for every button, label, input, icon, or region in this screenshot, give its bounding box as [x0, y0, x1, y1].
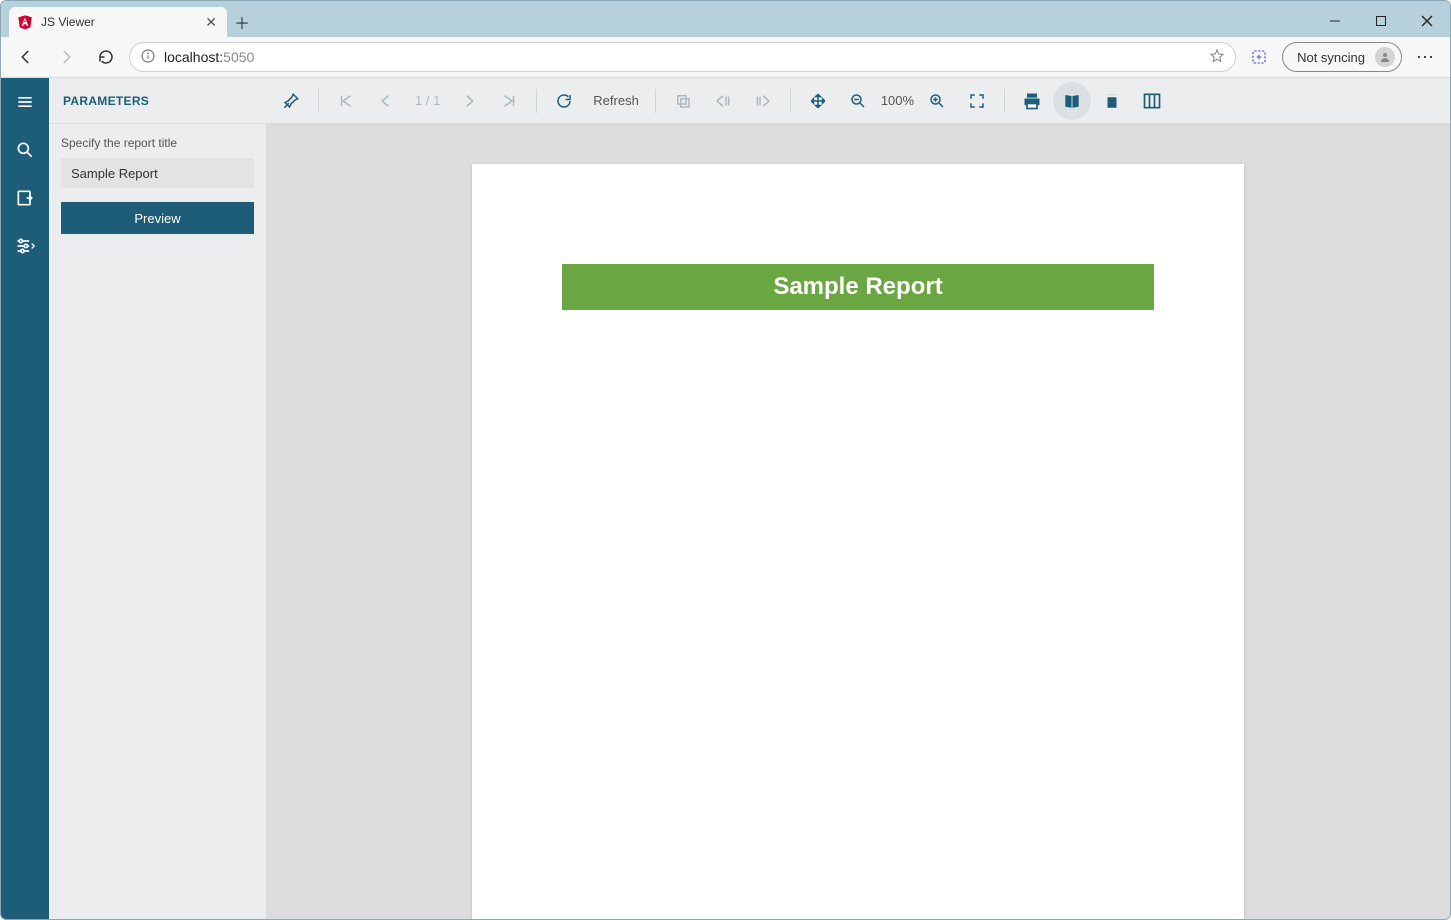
new-tab-button[interactable]: ＋: [227, 7, 257, 37]
sync-label: Not syncing: [1297, 50, 1365, 65]
parameters-panel: PARAMETERS Specify the report title Prev…: [49, 78, 266, 919]
hamburger-menu-icon[interactable]: [1, 78, 49, 126]
info-icon: [140, 48, 156, 67]
window-controls: [1312, 5, 1450, 37]
search-icon[interactable]: [1, 126, 49, 174]
last-page-icon[interactable]: [490, 82, 528, 120]
tab-close-icon[interactable]: ✕: [205, 14, 217, 31]
angular-favicon: [17, 14, 33, 30]
title-bar: JS Viewer ✕ ＋: [1, 1, 1450, 37]
toolbar-separator: [536, 89, 537, 113]
preview-button[interactable]: Preview: [61, 202, 254, 234]
tab-title: JS Viewer: [41, 15, 197, 29]
profile-avatar-icon: [1375, 47, 1395, 67]
refresh-icon[interactable]: [545, 82, 583, 120]
parameters-title: PARAMETERS: [63, 94, 149, 108]
zoom-in-icon[interactable]: [918, 82, 956, 120]
browser-window: JS Viewer ✕ ＋ localhost:5050 Not syncing…: [0, 0, 1451, 920]
zoom-out-icon[interactable]: [839, 82, 877, 120]
page-indicator: 1 / 1: [407, 93, 448, 108]
next-page-icon[interactable]: [450, 82, 488, 120]
nav-forward-button[interactable]: [49, 40, 83, 74]
fullscreen-icon[interactable]: [958, 82, 996, 120]
zoom-level: 100%: [879, 93, 916, 108]
parameters-body: Specify the report title Preview: [49, 124, 266, 246]
export-icon[interactable]: [1, 174, 49, 222]
url-field[interactable]: localhost:5050: [129, 42, 1236, 72]
refresh-label[interactable]: Refresh: [585, 93, 647, 108]
single-page-icon[interactable]: [1053, 82, 1091, 120]
sync-button[interactable]: Not syncing: [1282, 42, 1402, 72]
browser-menu-button[interactable]: ⋯: [1408, 40, 1442, 74]
report-title-input[interactable]: [61, 158, 254, 188]
close-window-button[interactable]: [1404, 5, 1450, 37]
print-icon[interactable]: [1013, 82, 1051, 120]
minimize-button[interactable]: [1312, 5, 1358, 37]
report-page: Sample Report: [472, 164, 1244, 919]
sidebar: [1, 78, 49, 919]
toolbar: 1 / 1 Refresh 100%: [266, 78, 1450, 124]
app-root: PARAMETERS Specify the report title Prev…: [1, 78, 1450, 919]
continuous-page-icon[interactable]: [1093, 82, 1131, 120]
toolbar-separator: [318, 89, 319, 113]
param-label: Specify the report title: [61, 136, 254, 150]
browser-tab[interactable]: JS Viewer ✕: [9, 7, 227, 37]
address-bar: localhost:5050 Not syncing ⋯: [1, 37, 1450, 78]
nav-refresh-button[interactable]: [89, 40, 123, 74]
canvas-area[interactable]: Sample Report: [266, 124, 1450, 919]
favorite-icon[interactable]: [1209, 48, 1225, 67]
collections-icon[interactable]: [1242, 40, 1276, 74]
pin-icon[interactable]: [272, 82, 310, 120]
toolbar-separator: [790, 89, 791, 113]
prev-page-icon[interactable]: [367, 82, 405, 120]
gallery-mode-icon[interactable]: [1133, 82, 1171, 120]
toolbar-separator: [1004, 89, 1005, 113]
first-page-icon[interactable]: [327, 82, 365, 120]
nav-back-button[interactable]: [9, 40, 43, 74]
url-text: localhost:5050: [164, 49, 254, 65]
report-title-box: Sample Report: [562, 264, 1154, 310]
maximize-button[interactable]: [1358, 5, 1404, 37]
sliders-icon[interactable]: [1, 222, 49, 270]
viewer: 1 / 1 Refresh 100%: [266, 78, 1450, 919]
history-forward-icon[interactable]: [744, 82, 782, 120]
toolbar-separator: [655, 89, 656, 113]
history-back-icon[interactable]: [704, 82, 742, 120]
cancel-icon[interactable]: [664, 82, 702, 120]
pan-icon[interactable]: [799, 82, 837, 120]
parameters-header: PARAMETERS: [49, 78, 266, 124]
